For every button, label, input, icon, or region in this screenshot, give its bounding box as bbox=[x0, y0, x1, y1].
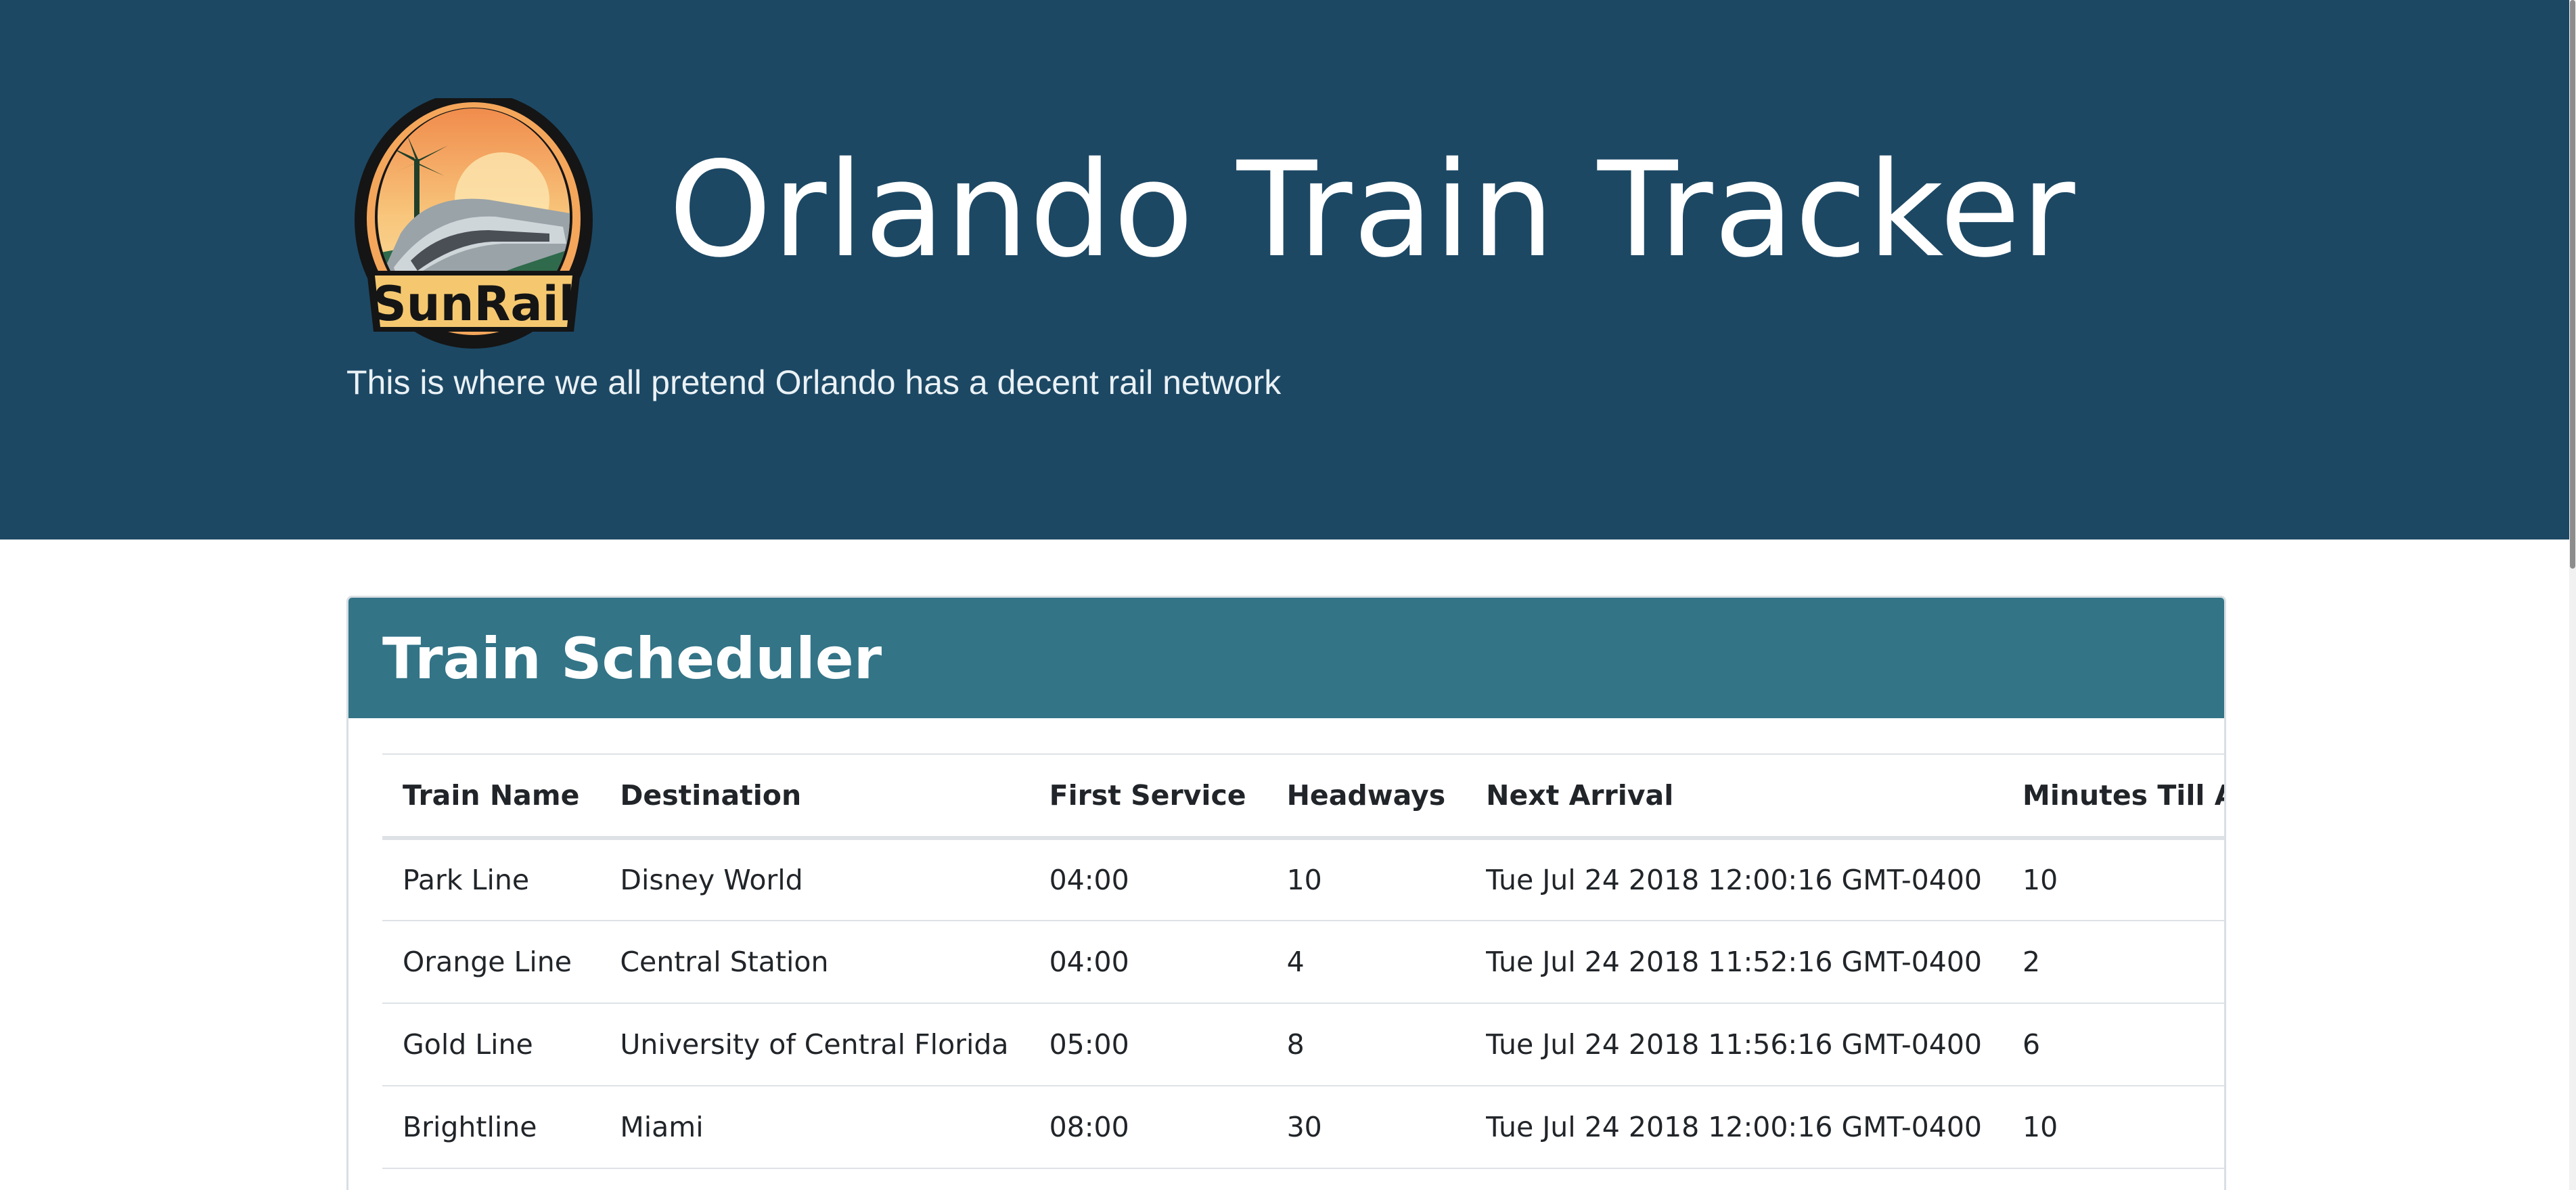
scrollbar-thumb[interactable] bbox=[2570, 0, 2575, 569]
column-header-first-service: First Service bbox=[1049, 779, 1246, 812]
cell-headways: 30 bbox=[1286, 1111, 1322, 1143]
cell-first-service: 08:00 bbox=[1049, 1111, 1129, 1143]
cell-minutes-till-arrival: 2 bbox=[2023, 946, 2041, 978]
table-row: Brightline Miami 08:00 30 Tue Jul 24 201… bbox=[382, 1086, 2224, 1168]
cell-destination: University of Central Florida bbox=[620, 1028, 1009, 1061]
cell-next-arrival: Tue Jul 24 2018 11:52:16 GMT-0400 bbox=[1486, 946, 1983, 978]
cell-headways: 8 bbox=[1286, 1028, 1305, 1061]
panel-title: Train Scheduler bbox=[382, 625, 882, 692]
cell-headways: 10 bbox=[1286, 864, 1322, 896]
cell-headways: 4 bbox=[1286, 946, 1305, 978]
table-header-row: Train Name Destination First Service Hea… bbox=[382, 754, 2224, 838]
tagline: This is where we all pretend Orlando has… bbox=[346, 363, 1282, 401]
panel-header: Train Scheduler bbox=[348, 598, 2224, 718]
scrollbar-track[interactable] bbox=[2569, 0, 2576, 1190]
cell-first-service: 04:00 bbox=[1049, 864, 1129, 896]
table-row: Gold Line University of Central Florida … bbox=[382, 1003, 2224, 1086]
cell-minutes-till-arrival: 10 bbox=[2023, 1111, 2058, 1143]
column-header-next-arrival: Next Arrival bbox=[1486, 779, 1674, 812]
cell-destination: Central Station bbox=[620, 946, 829, 978]
cell-train-name: Gold Line bbox=[403, 1028, 533, 1061]
page-title: Orlando Train Tracker bbox=[669, 133, 2076, 286]
cell-first-service: 04:00 bbox=[1049, 946, 1129, 978]
cell-minutes-till-arrival: 10 bbox=[2023, 864, 2058, 896]
cell-next-arrival: Tue Jul 24 2018 12:00:16 GMT-0400 bbox=[1486, 1111, 1983, 1143]
cell-train-name: Orange Line bbox=[403, 946, 572, 978]
column-header-minutes-till-arrival: Minutes Till Arrival bbox=[2023, 779, 2224, 812]
table-row: Park Line Disney World 04:00 10 Tue Jul … bbox=[382, 838, 2224, 921]
column-header-destination: Destination bbox=[620, 779, 802, 812]
header-banner: SunRail Orlando Train Tracker This is wh… bbox=[0, 0, 2569, 539]
cell-first-service: 05:00 bbox=[1049, 1028, 1129, 1061]
cell-train-name: Park Line bbox=[403, 864, 530, 896]
cell-next-arrival: Tue Jul 24 2018 11:56:16 GMT-0400 bbox=[1486, 1028, 1983, 1061]
column-header-headways: Headways bbox=[1286, 779, 1446, 812]
train-scheduler-panel: Train Scheduler Train Name Destination F… bbox=[346, 596, 2226, 1190]
cell-train-name: Brightline bbox=[403, 1111, 537, 1143]
cell-destination: Disney World bbox=[620, 864, 803, 896]
table-row: Orange Line Central Station 04:00 4 Tue … bbox=[382, 921, 2224, 1003]
svg-text:SunRail: SunRail bbox=[372, 276, 574, 332]
cell-next-arrival: Tue Jul 24 2018 12:00:16 GMT-0400 bbox=[1486, 864, 1983, 896]
cell-minutes-till-arrival: 6 bbox=[2023, 1028, 2041, 1061]
sunrail-logo: SunRail bbox=[355, 98, 593, 349]
column-header-train-name: Train Name bbox=[403, 779, 580, 812]
schedule-table: Train Name Destination First Service Hea… bbox=[382, 753, 2224, 1169]
page: SunRail Orlando Train Tracker This is wh… bbox=[0, 0, 2576, 1190]
cell-destination: Miami bbox=[620, 1111, 704, 1143]
